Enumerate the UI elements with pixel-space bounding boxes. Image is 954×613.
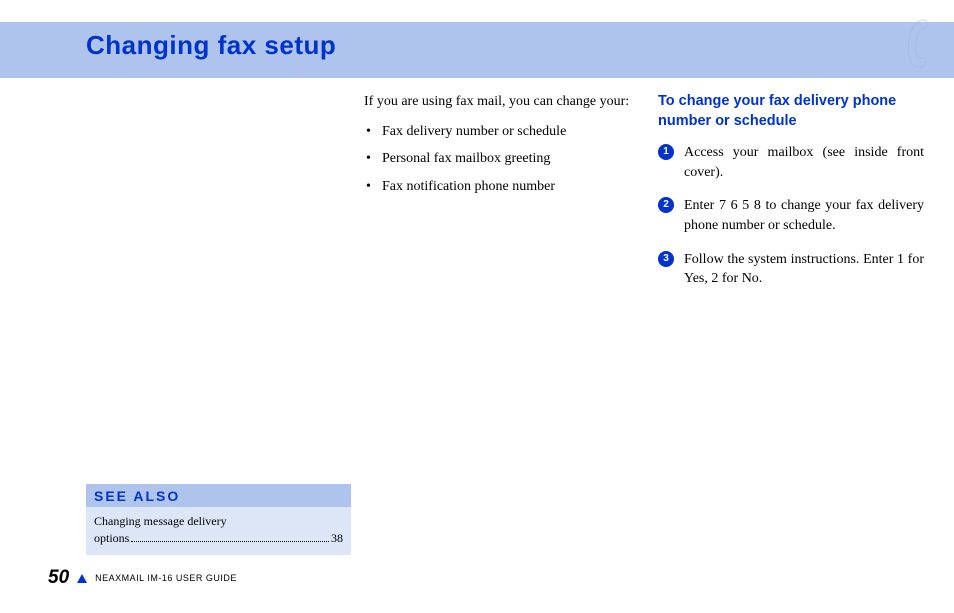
triangle-icon bbox=[77, 574, 87, 583]
procedure-heading: To change your fax delivery phone number… bbox=[658, 92, 924, 131]
bullet-list: Fax delivery number or schedule Personal… bbox=[364, 122, 630, 197]
see-also-leader-dots bbox=[131, 533, 329, 543]
step-item: Enter 7 6 5 8 to change your fax deliver… bbox=[658, 196, 924, 235]
see-also-label: options bbox=[94, 530, 129, 547]
left-column: If you are using fax mail, you can chang… bbox=[364, 92, 630, 303]
step-list: Access your mailbox (see inside front co… bbox=[658, 143, 924, 289]
see-also-title: SEE ALSO bbox=[86, 484, 351, 507]
phone-handset-icon bbox=[898, 18, 936, 70]
page-number: 50 bbox=[48, 567, 69, 589]
page-footer: 50 NEAXMAIL IM-16 USER GUIDE bbox=[48, 567, 237, 589]
bullet-item: Fax notification phone number bbox=[382, 177, 630, 197]
see-also-box: SEE ALSO Changing message delivery optio… bbox=[86, 484, 351, 555]
bullet-item: Fax delivery number or schedule bbox=[382, 122, 630, 142]
see-also-line1: Changing message delivery bbox=[94, 513, 343, 530]
right-column: To change your fax delivery phone number… bbox=[658, 92, 924, 303]
see-also-page-ref: 38 bbox=[331, 530, 343, 547]
bullet-item: Personal fax mailbox greeting bbox=[382, 149, 630, 169]
page-title: Changing fax setup bbox=[86, 30, 336, 61]
intro-text: If you are using fax mail, you can chang… bbox=[364, 92, 630, 112]
see-also-body: Changing message delivery options 38 bbox=[86, 507, 351, 555]
step-item: Follow the system instructions. Enter 1 … bbox=[658, 250, 924, 289]
footer-guide-name: NEAXMAIL IM-16 USER GUIDE bbox=[95, 573, 237, 583]
content-area: If you are using fax mail, you can chang… bbox=[364, 92, 924, 303]
step-item: Access your mailbox (see inside front co… bbox=[658, 143, 924, 182]
see-also-row: options 38 bbox=[94, 530, 343, 547]
